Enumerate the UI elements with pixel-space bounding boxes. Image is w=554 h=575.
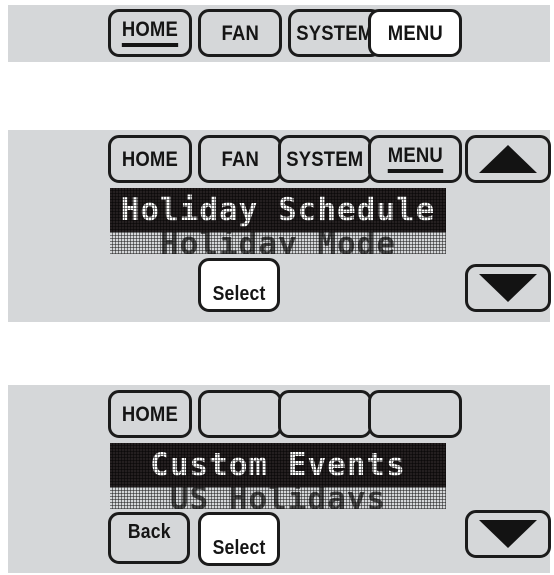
menu-key-menu[interactable]: MENU (368, 135, 462, 183)
menu-key-home-label: HOME (121, 19, 179, 47)
lcd-display: Custom Events US Holidays (110, 443, 446, 509)
arrow-down-icon (479, 274, 537, 302)
lcd-next-item[interactable]: US Holidays (110, 487, 446, 509)
lcd-selected-item-text: Holiday Schedule (120, 192, 436, 228)
menu-key-menu-label: MENU (387, 21, 443, 45)
menu-key-fan[interactable]: FAN (198, 9, 282, 57)
menu-key-home[interactable]: HOME (108, 135, 192, 183)
menu-key-menu-label: MENU (387, 145, 443, 173)
scroll-down-button[interactable] (465, 510, 551, 558)
menu-key-home-label: HOME (121, 402, 179, 426)
select-button-label: Select (212, 283, 266, 305)
arrow-up-icon (479, 145, 537, 173)
menu-key-fan-label: FAN (221, 21, 259, 45)
thermostat-panel-step-1: HOME FAN SYSTEM MENU (8, 5, 550, 62)
back-button-label: Back (127, 521, 171, 543)
menu-key-blank-2[interactable] (278, 390, 372, 438)
select-button[interactable]: Select (198, 258, 280, 312)
lcd-selected-item[interactable]: Holiday Schedule (110, 188, 446, 232)
thermostat-panel-step-2: HOME FAN SYSTEM MENU Holiday Schedule Ho… (8, 130, 551, 322)
scroll-up-button[interactable] (465, 135, 551, 183)
select-button[interactable]: Select (198, 512, 280, 566)
menu-key-fan-label: FAN (221, 147, 259, 171)
arrow-down-icon (479, 520, 537, 548)
menu-key-fan[interactable]: FAN (198, 135, 282, 183)
menu-key-home[interactable]: HOME (108, 9, 192, 57)
menu-key-home[interactable]: HOME (108, 390, 192, 438)
thermostat-panel-step-3: HOME Custom Events US Holidays Back Sele… (8, 385, 551, 573)
menu-key-system[interactable]: SYSTEM (278, 135, 372, 183)
lcd-selected-item[interactable]: Custom Events (110, 443, 446, 487)
back-button[interactable]: Back (108, 512, 190, 564)
lcd-display: Holiday Schedule Holiday Mode (110, 188, 446, 254)
menu-key-blank-1[interactable] (198, 390, 282, 438)
menu-key-menu[interactable]: MENU (368, 9, 462, 57)
menu-key-system-label: SYSTEM (286, 147, 364, 171)
lcd-next-item-text: Holiday Mode (160, 232, 396, 254)
lcd-next-item-text: US Holidays (169, 487, 387, 509)
scroll-down-button[interactable] (465, 264, 551, 312)
menu-key-home-label: HOME (121, 147, 179, 171)
menu-key-blank-3[interactable] (368, 390, 462, 438)
select-button-label: Select (212, 537, 266, 559)
menu-key-system-label: SYSTEM (296, 21, 374, 45)
lcd-next-item[interactable]: Holiday Mode (110, 232, 446, 254)
lcd-selected-item-text: Custom Events (150, 447, 406, 483)
